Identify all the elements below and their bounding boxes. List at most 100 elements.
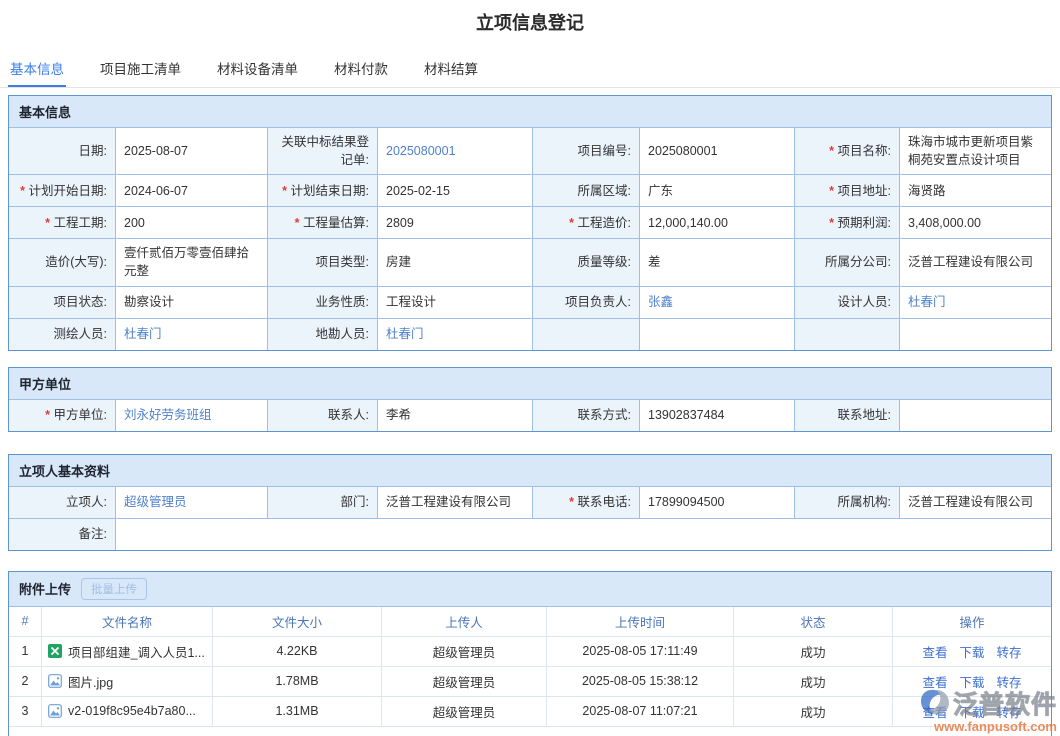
tab-material-settlement[interactable]: 材料结算 bbox=[422, 52, 480, 87]
table-footer-space bbox=[9, 726, 1051, 736]
batch-upload-button[interactable]: 批量上传 bbox=[81, 578, 147, 600]
field-label-project-type: 项目类型: bbox=[268, 239, 377, 285]
col-header-file-size: 文件大小 bbox=[213, 607, 381, 636]
upload-time-cell: 2025-08-07 11:07:21 bbox=[547, 697, 733, 726]
field-value-expected-profit: 3,408,000.00 bbox=[900, 207, 1051, 238]
image-file-icon bbox=[48, 704, 62, 718]
upload-time-cell: 2025-08-05 15:38:12 bbox=[547, 667, 733, 696]
col-header-file-name: 文件名称 bbox=[42, 607, 212, 636]
download-link[interactable]: 下载 bbox=[959, 642, 984, 661]
col-header-operations: 操作 bbox=[893, 607, 1051, 636]
field-label-quality-grade: 质量等级: bbox=[533, 239, 639, 285]
field-label-expected-profit: 预期利润: bbox=[795, 207, 899, 238]
field-label-duration: 工程工期: bbox=[9, 207, 115, 238]
field-label-department: 部门: bbox=[268, 487, 377, 518]
tab-material-equipment-list[interactable]: 材料设备清单 bbox=[215, 52, 300, 87]
section-basic-info-title: 基本信息 bbox=[9, 96, 1051, 128]
surveyor-link[interactable]: 杜春门 bbox=[124, 325, 162, 343]
field-label-remark: 备注: bbox=[9, 519, 115, 550]
uploader-cell: 超级管理员 bbox=[382, 697, 546, 726]
download-link[interactable]: 下载 bbox=[959, 672, 984, 691]
field-label-tel: 联系电话: bbox=[533, 487, 639, 518]
save-as-link[interactable]: 转存 bbox=[997, 672, 1022, 691]
tab-construction-list[interactable]: 项目施工清单 bbox=[98, 52, 183, 87]
field-label-project-address: 项目地址: bbox=[795, 175, 899, 206]
field-value-duration: 200 bbox=[116, 207, 267, 238]
section-initiator-title: 立项人基本资料 bbox=[9, 455, 1051, 487]
file-name-cell: v2-019f8c95e4b7a80... bbox=[42, 697, 212, 726]
initiator-link[interactable]: 超级管理员 bbox=[124, 493, 187, 511]
col-header-status: 状态 bbox=[734, 607, 892, 636]
view-link[interactable]: 查看 bbox=[922, 672, 947, 691]
empty-label-cell bbox=[533, 319, 639, 350]
field-label-cost-capital: 造价(大写): bbox=[9, 239, 115, 285]
file-size-cell: 4.22KB bbox=[213, 637, 381, 666]
field-value-contact-address bbox=[900, 400, 1051, 431]
field-value-project-type: 房建 bbox=[378, 239, 532, 285]
field-value-cost-capital: 壹仟贰佰万零壹佰肆拾元整 bbox=[116, 239, 267, 285]
col-header-index: # bbox=[9, 607, 41, 636]
field-value-department: 泛普工程建设有限公司 bbox=[378, 487, 532, 518]
col-header-upload-time: 上传时间 bbox=[547, 607, 733, 636]
empty-value-cell bbox=[640, 319, 794, 350]
operations-cell: 查看 下载 转存 bbox=[893, 667, 1051, 696]
tab-bar: 基本信息 项目施工清单 材料设备清单 材料付款 材料结算 bbox=[0, 52, 1060, 88]
field-value-date: 2025-08-07 bbox=[116, 128, 267, 174]
image-file-icon bbox=[48, 674, 62, 688]
download-link[interactable]: 下载 bbox=[959, 702, 984, 721]
status-cell: 成功 bbox=[734, 637, 892, 666]
field-value-project-manager: 张鑫 bbox=[640, 287, 794, 318]
row-index: 1 bbox=[9, 637, 41, 666]
geotechnical-link[interactable]: 杜春门 bbox=[386, 325, 424, 343]
field-label-project-name: 项目名称: bbox=[795, 128, 899, 174]
view-link[interactable]: 查看 bbox=[922, 642, 947, 661]
field-label-organization: 所属机构: bbox=[795, 487, 899, 518]
designer-link[interactable]: 杜春门 bbox=[908, 293, 946, 311]
field-value-plan-start: 2024-06-07 bbox=[116, 175, 267, 206]
party-a-unit-link[interactable]: 刘永好劳务班组 bbox=[124, 406, 212, 424]
field-value-remark bbox=[116, 519, 1051, 550]
file-size-cell: 1.78MB bbox=[213, 667, 381, 696]
bid-result-link[interactable]: 2025080001 bbox=[386, 142, 456, 160]
field-label-project-manager: 项目负责人: bbox=[533, 287, 639, 318]
tab-basic-info[interactable]: 基本信息 bbox=[8, 52, 66, 87]
field-label-project-status: 项目状态: bbox=[9, 287, 115, 318]
section-basic-info: 基本信息 日期: 2025-08-07 关联中标结果登记单: 202508000… bbox=[8, 95, 1052, 351]
section-attachments-title: 附件上传 批量上传 bbox=[9, 572, 1051, 607]
field-label-geotechnical: 地勘人员: bbox=[268, 319, 377, 350]
field-value-plan-end: 2025-02-15 bbox=[378, 175, 532, 206]
view-link[interactable]: 查看 bbox=[922, 702, 947, 721]
empty-value-cell bbox=[900, 319, 1051, 350]
save-as-link[interactable]: 转存 bbox=[997, 702, 1022, 721]
section-attachments: 附件上传 批量上传 # 文件名称 文件大小 上传人 上传时间 状态 操作 1 项… bbox=[8, 571, 1052, 736]
row-index: 2 bbox=[9, 667, 41, 696]
field-value-tel: 17899094500 bbox=[640, 487, 794, 518]
party-a-grid: 甲方单位: 刘永好劳务班组 联系人: 李希 联系方式: 13902837484 … bbox=[9, 400, 1051, 431]
basic-info-grid: 日期: 2025-08-07 关联中标结果登记单: 2025080001 项目编… bbox=[9, 128, 1051, 350]
initiator-grid: 立项人: 超级管理员 部门: 泛普工程建设有限公司 联系电话: 17899094… bbox=[9, 487, 1051, 550]
field-value-region: 广东 bbox=[640, 175, 794, 206]
field-label-contact-person: 联系人: bbox=[268, 400, 377, 431]
field-label-surveyor: 测绘人员: bbox=[9, 319, 115, 350]
field-value-geotechnical: 杜春门 bbox=[378, 319, 532, 350]
project-manager-link[interactable]: 张鑫 bbox=[648, 293, 673, 311]
field-label-branch-company: 所属分公司: bbox=[795, 239, 899, 285]
excel-file-icon bbox=[48, 644, 62, 658]
section-initiator: 立项人基本资料 立项人: 超级管理员 部门: 泛普工程建设有限公司 联系电话: … bbox=[8, 454, 1052, 551]
field-value-project-cost: 12,000,140.00 bbox=[640, 207, 794, 238]
field-label-contact-address: 联系地址: bbox=[795, 400, 899, 431]
field-value-project-name: 珠海市城市更新项目紫桐苑安置点设计项目 bbox=[900, 128, 1051, 174]
field-value-designer: 杜春门 bbox=[900, 287, 1051, 318]
field-value-organization: 泛普工程建设有限公司 bbox=[900, 487, 1051, 518]
field-value-project-address: 海贤路 bbox=[900, 175, 1051, 206]
field-value-quantity-estimate: 2809 bbox=[378, 207, 532, 238]
tab-material-payment[interactable]: 材料付款 bbox=[332, 52, 390, 87]
field-label-date: 日期: bbox=[9, 128, 115, 174]
field-value-contact-phone: 13902837484 bbox=[640, 400, 794, 431]
section-party-a: 甲方单位 甲方单位: 刘永好劳务班组 联系人: 李希 联系方式: 1390283… bbox=[8, 367, 1052, 432]
field-value-initiator: 超级管理员 bbox=[116, 487, 267, 518]
field-value-party-a-unit: 刘永好劳务班组 bbox=[116, 400, 267, 431]
field-value-contact-person: 李希 bbox=[378, 400, 532, 431]
save-as-link[interactable]: 转存 bbox=[997, 642, 1022, 661]
field-value-business-nature: 工程设计 bbox=[378, 287, 532, 318]
